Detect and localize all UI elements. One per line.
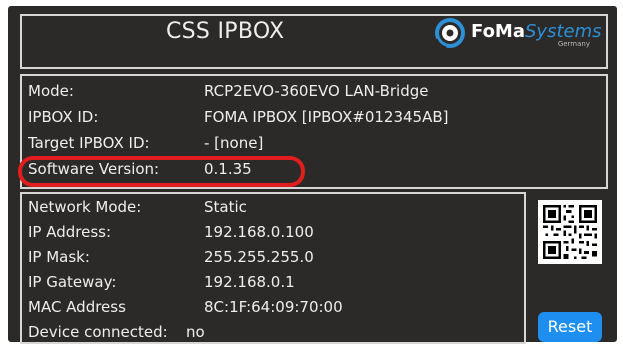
network-mode-label: Network Mode: — [28, 198, 142, 216]
reset-button[interactable]: Reset — [538, 312, 602, 342]
target-ipbox-value: - [none] — [204, 134, 264, 152]
mac-address-value: 8C:1F:64:09:70:00 — [204, 298, 343, 316]
logo-brand-bold: FoMa — [471, 21, 525, 42]
network-mode-value: Static — [204, 198, 247, 216]
logo-brand-light: Systems — [525, 21, 602, 42]
mode-value: RCP2EVO-360EVO LAN-Bridge — [204, 82, 429, 100]
page-title: CSS IPBOX — [166, 19, 285, 44]
qr-code-icon — [538, 200, 602, 264]
logo-brand: FoMaSystems — [471, 21, 602, 42]
target-ipbox-label: Target IPBOX ID: — [28, 134, 150, 152]
ipbox-id-value: FOMA IPBOX [IPBOX#012345AB] — [204, 108, 449, 126]
ip-mask-label: IP Mask: — [28, 248, 90, 266]
device-connected-label: Device connected: — [28, 323, 168, 341]
foma-logo-icon — [434, 18, 465, 49]
device-screen: CSS IPBOX FoMaSystems Germany Mode: RCP2… — [8, 6, 617, 344]
mac-address-label: MAC Address — [28, 298, 126, 316]
ip-address-value: 192.168.0.100 — [204, 223, 314, 241]
ip-address-label: IP Address: — [28, 223, 112, 241]
ipbox-id-label: IPBOX ID: — [28, 108, 99, 126]
foma-logo: FoMaSystems Germany — [434, 16, 602, 52]
ip-gateway-value: 192.168.0.1 — [204, 273, 295, 291]
logo-subtitle: Germany — [557, 40, 590, 48]
ip-gateway-label: IP Gateway: — [28, 273, 117, 291]
mode-label: Mode: — [28, 82, 74, 100]
software-version-highlight — [18, 156, 305, 187]
device-connected-value: no — [186, 323, 205, 341]
ip-mask-value: 255.255.255.0 — [204, 248, 314, 266]
